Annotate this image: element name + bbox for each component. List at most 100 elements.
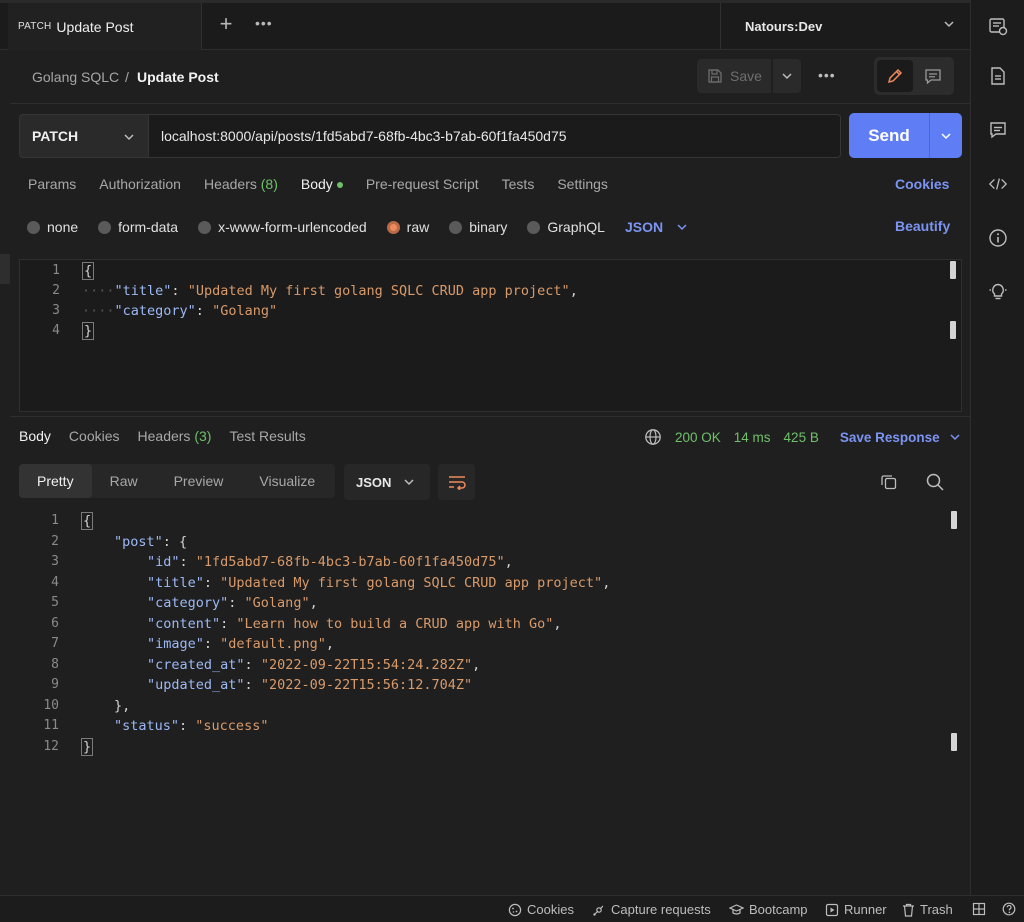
http-method-value: PATCH	[32, 128, 79, 144]
search-icon[interactable]	[925, 472, 945, 495]
radio-button[interactable]	[27, 220, 40, 234]
send-button[interactable]: Send	[849, 113, 929, 158]
json-key: "category"	[114, 303, 196, 319]
environment-select[interactable]: Natours:Dev	[720, 3, 970, 50]
body-type-graphql[interactable]: GraphQL	[527, 219, 605, 235]
line-number: 4	[52, 323, 60, 338]
layout-icon[interactable]	[972, 902, 986, 916]
response-tab-body[interactable]: Body	[19, 428, 51, 448]
body-type-raw[interactable]: raw	[386, 219, 429, 235]
save-response-button[interactable]: Save Response	[840, 430, 962, 445]
statusbar-capture-requests[interactable]: Capture requests	[592, 902, 711, 917]
scrollbar-thumb[interactable]	[950, 321, 956, 339]
radio-button-selected[interactable]	[386, 220, 400, 234]
copy-icon[interactable]	[880, 473, 898, 494]
scrollbar-thumb[interactable]	[951, 511, 957, 529]
url-input[interactable]: localhost:8000/api/posts/1fd5abd7-68fb-4…	[149, 114, 841, 158]
lightbulb-icon[interactable]	[988, 282, 1008, 302]
response-tab-test-results[interactable]: Test Results	[229, 428, 305, 448]
wrap-lines-button[interactable]	[438, 464, 475, 500]
response-format-select[interactable]: JSON	[344, 464, 430, 500]
save-button[interactable]: Save	[697, 59, 771, 93]
request-tab-update-post[interactable]: PATCH Update Post	[8, 3, 202, 50]
json-punctuation: ,	[325, 636, 334, 652]
statusbar-runner[interactable]: Runner	[825, 902, 887, 917]
beautify-button[interactable]: Beautify	[895, 218, 950, 234]
response-size[interactable]: 425 B	[784, 430, 819, 445]
body-type-none[interactable]: none	[27, 219, 78, 235]
new-tab-button[interactable]: +	[214, 13, 238, 37]
json-punctuation: :	[244, 677, 261, 693]
line-number: 11	[43, 718, 59, 733]
tab-pre-request-script[interactable]: Pre-request Script	[366, 176, 479, 196]
tab-authorization[interactable]: Authorization	[99, 176, 181, 196]
tab-bar: PATCH Update Post + ••• Natours:Dev	[0, 0, 970, 50]
tab-body[interactable]: Body	[301, 176, 343, 196]
documentation-mode-button[interactable]	[915, 60, 951, 92]
response-tab-cookies[interactable]: Cookies	[69, 428, 120, 448]
view-tab-visualize[interactable]: Visualize	[241, 464, 333, 498]
status-badge[interactable]: 200 OK	[675, 430, 721, 445]
tab-tests[interactable]: Tests	[502, 176, 535, 196]
json-punctuation: :	[195, 303, 213, 319]
json-key: "image"	[147, 636, 204, 652]
line-number: 4	[51, 574, 59, 590]
response-time[interactable]: 14 ms	[734, 430, 771, 445]
pane-divider[interactable]	[10, 416, 970, 417]
json-string: "1fd5abd7-68fb-4bc3-b7ab-60f1fa450d75"	[195, 554, 505, 570]
environment-quick-look-icon[interactable]	[988, 16, 1008, 36]
cookies-link[interactable]: Cookies	[895, 176, 949, 192]
body-type-binary[interactable]: binary	[449, 219, 507, 235]
radio-button[interactable]	[449, 220, 463, 234]
info-icon[interactable]	[988, 228, 1008, 248]
line-number: 2	[51, 533, 59, 549]
wrap-lines-icon	[447, 474, 467, 490]
tab-headers[interactable]: Headers (8)	[204, 176, 278, 196]
radio-button[interactable]	[198, 220, 212, 234]
tab-options-button[interactable]: •••	[255, 15, 273, 31]
request-body-editor[interactable]: 1 { 2 ····"title": "Updated My first gol…	[19, 259, 962, 412]
tab-settings[interactable]: Settings	[557, 176, 608, 196]
body-format-select[interactable]: JSON	[625, 219, 689, 235]
documentation-icon[interactable]	[988, 66, 1008, 86]
comments-icon[interactable]	[988, 120, 1008, 140]
edit-mode-button[interactable]	[877, 60, 913, 92]
page-title[interactable]: Update Post	[137, 69, 219, 85]
code-line: {	[81, 511, 94, 531]
response-tab-headers[interactable]: Headers (3)	[138, 428, 212, 448]
radio-button[interactable]	[527, 220, 541, 234]
statusbar-trash[interactable]: Trash	[902, 902, 953, 917]
code-snippet-icon[interactable]	[988, 174, 1008, 194]
chevron-down-icon	[780, 69, 794, 83]
save-response-label: Save Response	[839, 429, 940, 445]
send-options-button[interactable]	[929, 113, 962, 158]
breadcrumb-collection[interactable]: Golang SQLC	[32, 69, 119, 85]
body-type-form-data[interactable]: form-data	[98, 219, 178, 235]
body-type-urlencoded[interactable]: x-www-form-urlencoded	[198, 219, 367, 235]
json-punctuation: :	[220, 615, 237, 632]
tab-params[interactable]: Params	[28, 176, 76, 196]
code-line: {	[82, 261, 95, 281]
view-tab-pretty[interactable]: Pretty	[19, 464, 92, 498]
json-punctuation: :	[171, 283, 188, 299]
scrollbar-thumb[interactable]	[951, 733, 957, 751]
help-icon[interactable]	[1002, 902, 1016, 916]
view-tab-preview[interactable]: Preview	[156, 464, 242, 498]
scrollbar-thumb[interactable]	[950, 261, 956, 279]
code-line: }	[82, 321, 95, 341]
json-punctuation: :	[228, 595, 245, 611]
radio-button[interactable]	[98, 220, 112, 234]
statusbar-bootcamp[interactable]: Bootcamp	[729, 902, 808, 917]
line-number: 7	[51, 636, 59, 651]
body-type-binary-label: binary	[469, 219, 508, 235]
indent-guide: ····	[82, 303, 115, 319]
view-tab-raw[interactable]: Raw	[92, 464, 156, 498]
globe-icon[interactable]	[644, 428, 662, 446]
pane-resize-handle[interactable]	[0, 254, 10, 284]
request-options-button[interactable]: •••	[818, 67, 836, 83]
statusbar-cookies[interactable]: Cookies	[508, 902, 574, 917]
graduation-cap-icon	[729, 903, 744, 917]
http-method-select[interactable]: PATCH	[19, 114, 149, 158]
save-options-button[interactable]	[773, 59, 801, 93]
response-body-viewer[interactable]: 1 { 2 "post": { 3 "id": "1fd5abd7-68fb-4…	[19, 508, 962, 888]
